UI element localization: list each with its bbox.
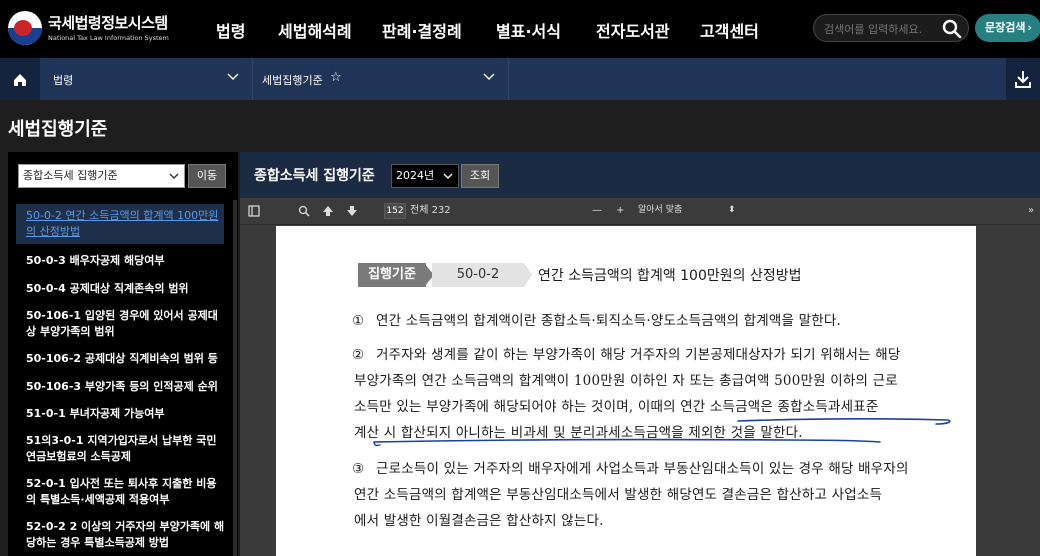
doc-search-button[interactable]: 문장검색 › xyxy=(975,14,1040,42)
download-button[interactable] xyxy=(1006,58,1040,100)
nav-item-line: 50-0-4 공제대상 직계존속의 범위 xyxy=(26,282,189,295)
favorite-star-icon[interactable]: ☆ xyxy=(330,70,342,85)
nav-item-line: 의 특별소득·세액공제 적용여부 xyxy=(26,493,170,506)
nav-item[interactable]: 50-106-2 공제대상 직계비속의 범위 등 xyxy=(26,351,226,367)
nav-item-line: 당하는 경우 특별소득공제 방법 xyxy=(26,536,170,549)
year-select-value: 2024년 xyxy=(396,169,435,182)
menu-laws[interactable]: 법령 xyxy=(216,18,245,42)
nav-item-line: 52-0-2 2 이상의 거주자의 부양가족에 해 xyxy=(26,520,225,533)
nav-item-line: 51의3-0-1 지역가입자로서 납부한 국민 xyxy=(26,434,217,447)
menu-tax-interpretations[interactable]: 세법해석례 xyxy=(278,18,352,42)
document-category-title: 종합소득세 집행기준 xyxy=(254,168,375,184)
breadcrumb-level1[interactable]: 법령 xyxy=(53,72,73,88)
category-select-value: 종합소득세 집행기준 xyxy=(23,169,118,182)
top-navigation-bar: 국세법령정보시스템 National Tax Law Information S… xyxy=(0,0,1040,58)
nav-item[interactable]: 51-0-1 부녀자공제 가능여부 xyxy=(26,406,226,422)
nav-item-line: 상 부양가족의 범위 xyxy=(26,325,115,338)
nav-item[interactable]: 50-106-3 부양가족 등의 인적공제 순위 xyxy=(26,379,226,395)
page-title: 세법집행기준 xyxy=(8,119,108,140)
zoom-select-value: 알아서 맞춤 xyxy=(638,205,683,215)
chevron-right-icon: › xyxy=(1027,21,1033,34)
zoom-in-button[interactable]: + xyxy=(616,205,624,217)
logo-subtitle: National Tax Law Information System xyxy=(48,34,169,42)
left-scrollbar[interactable] xyxy=(233,200,237,556)
menu-e-library[interactable]: 전자도서관 xyxy=(596,18,670,42)
site-logo[interactable]: 국세법령정보시스템 National Tax Law Information S… xyxy=(8,9,198,49)
find-icon[interactable] xyxy=(298,205,310,217)
search-box xyxy=(813,14,969,42)
move-button[interactable]: 이동 xyxy=(188,164,226,188)
nav-item[interactable]: 52-0-1 입사전 또는 퇴사후 지출한 비용 의 특별소득·세액공제 적용여… xyxy=(26,476,226,508)
breadcrumb: 법령 세법집행기준 ☆ xyxy=(0,58,1040,100)
total-pages: 전체 232 xyxy=(410,205,451,216)
nav-item-line: 52-0-1 입사전 또는 퇴사후 지출한 비용 xyxy=(26,477,217,490)
menu-forms[interactable]: 별표·서식 xyxy=(496,18,561,42)
nav-item-line: 51-0-1 부녀자공제 가능여부 xyxy=(26,407,165,420)
search-icon[interactable] xyxy=(942,19,962,39)
nav-item[interactable]: 50-0-4 공제대상 직계존속의 범위 xyxy=(26,281,226,297)
doc-search-label: 문장검색 xyxy=(985,21,1026,34)
chevron-down-icon[interactable] xyxy=(482,70,496,84)
pdf-page: 집행기준 50-0-2 연간 소득금액의 합계액 100만원의 산정방법 ① 연… xyxy=(276,226,976,556)
view-button[interactable]: 조회 xyxy=(461,164,499,188)
nav-item-line: 50-0-2 연간 소득금액의 합계액 100만원 xyxy=(26,209,219,222)
chevron-down-icon[interactable] xyxy=(226,70,240,84)
nav-item-line: 50-106-3 부양가족 등의 인적공제 순위 xyxy=(26,380,218,393)
next-page-icon[interactable] xyxy=(346,205,358,217)
nav-item-line: 연금보험료의 소득공제 xyxy=(26,450,132,463)
previous-page-icon[interactable] xyxy=(322,205,334,217)
nav-item[interactable]: 50-0-3 배우자공제 해당여부 xyxy=(26,253,226,269)
logo-emblem-icon xyxy=(8,11,42,45)
logo-title: 국세법령정보시스템 xyxy=(48,14,168,32)
nav-item-line: 50-106-2 공제대상 직계비속의 범위 등 xyxy=(26,352,218,365)
chevron-updown-icon: ⬍ xyxy=(728,205,736,215)
chevron-down-icon xyxy=(168,170,180,182)
nav-item-line: 50-0-3 배우자공제 해당여부 xyxy=(26,254,165,267)
nav-item-line: 50-106-1 입양된 경우에 있어서 공제대 xyxy=(26,309,218,322)
menu-customer-center[interactable]: 고객센터 xyxy=(700,18,759,42)
nav-item[interactable]: 50-106-1 입양된 경우에 있어서 공제대 상 부양가족의 범위 xyxy=(26,308,226,340)
category-select[interactable]: 종합소득세 집행기준 xyxy=(18,164,185,188)
nav-item[interactable]: 52-0-2 2 이상의 거주자의 부양가족에 해 당하는 경우 특별소득공제 … xyxy=(26,519,226,551)
nav-item[interactable]: 51의3-0-1 지역가입자로서 납부한 국민 연금보험료의 소득공제 xyxy=(26,433,226,465)
pen-underline-annotation xyxy=(373,418,951,447)
zoom-select[interactable]: 알아서 맞춤 ⬍ xyxy=(630,202,748,218)
sidebar-toggle-icon[interactable] xyxy=(248,205,260,217)
more-tools-icon[interactable]: » xyxy=(1028,205,1034,217)
home-button[interactable] xyxy=(0,58,40,100)
nav-item-line: 의 산정방법 xyxy=(26,225,81,238)
breadcrumb-level2[interactable]: 세법집행기준 xyxy=(262,72,323,88)
chevron-down-icon xyxy=(442,170,454,182)
download-icon xyxy=(1015,71,1031,88)
menu-precedents[interactable]: 판례·결정례 xyxy=(382,18,462,42)
home-icon xyxy=(14,74,26,86)
search-input[interactable] xyxy=(822,19,936,39)
zoom-out-button[interactable]: — xyxy=(592,205,602,217)
year-select[interactable]: 2024년 xyxy=(391,164,459,188)
nav-item-active[interactable]: 50-0-2 연간 소득금액의 합계액 100만원 의 산정방법 xyxy=(16,204,224,244)
page-number-input[interactable]: 152 xyxy=(384,203,406,219)
